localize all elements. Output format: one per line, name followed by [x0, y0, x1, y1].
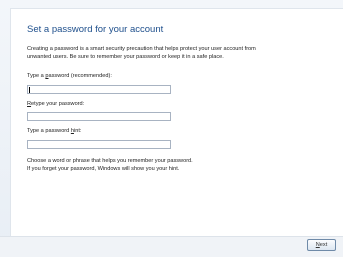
- intro-line-1: Creating a password is a smart security …: [27, 46, 256, 52]
- hint-help-line-2: If you forget your password, Windows wil…: [27, 166, 180, 172]
- password-field[interactable]: [27, 85, 171, 94]
- retype-password-field[interactable]: [27, 112, 171, 121]
- page-title: Set a password for your account: [27, 24, 164, 35]
- intro-line-2: unwanted users. Be sure to remember your…: [27, 54, 224, 60]
- retype-label: Retype your password:: [27, 101, 85, 107]
- footer-bar: [0, 236, 343, 257]
- content-panel: [10, 8, 343, 237]
- intro-text: Creating a password is a smart security …: [27, 45, 327, 61]
- hint-label: Type a password hint:: [27, 128, 82, 134]
- hint-help-text: Choose a word or phrase that helps you r…: [27, 157, 327, 173]
- next-button[interactable]: Next: [307, 239, 336, 251]
- text-caret: [29, 87, 30, 93]
- setup-window: Set a password for your account Creating…: [0, 0, 343, 257]
- hint-help-line-1: Choose a word or phrase that helps you r…: [27, 158, 193, 164]
- password-label: Type a password (recommended):: [27, 73, 112, 79]
- password-hint-field[interactable]: [27, 140, 171, 149]
